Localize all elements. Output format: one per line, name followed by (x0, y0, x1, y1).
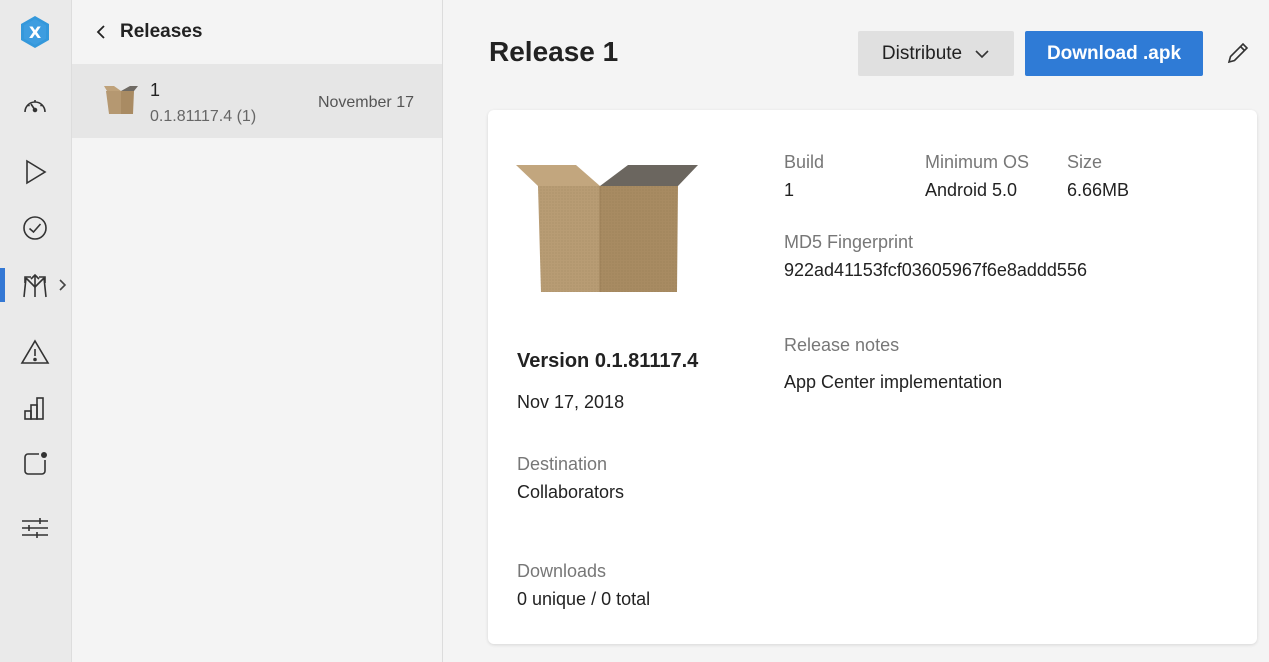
downloads-value: 0 unique / 0 total (517, 589, 651, 609)
release-notes-label: Release notes (784, 335, 900, 355)
edit-pencil-icon[interactable] (1224, 39, 1252, 67)
distribute-dropdown-button[interactable]: Distribute (858, 31, 1014, 76)
active-indicator (0, 268, 5, 302)
release-detail: Release 1 Distribute Download .apk Build… (443, 0, 1269, 662)
svg-text:X: X (29, 23, 42, 42)
chevron-right-icon[interactable] (57, 278, 67, 292)
destination-value: Collaborators (517, 482, 625, 502)
build-value: 1 (784, 180, 795, 200)
release-name: 1 (150, 80, 161, 100)
download-apk-button[interactable]: Download .apk (1025, 31, 1203, 76)
distribute-label: Distribute (881, 42, 963, 64)
release-version: 0.1.81117.4 (1) (150, 108, 257, 125)
distribute-arrows-icon[interactable] (17, 267, 53, 303)
version-date: Nov 17, 2018 (517, 392, 625, 412)
md5-value: 922ad41153fcf03605967f6e8addd556 (784, 260, 1087, 280)
analytics-bars-icon[interactable] (17, 390, 53, 426)
release-details-card: Build 1 Minimum OS Android 5.0 Size 6.66… (488, 110, 1257, 644)
package-box-icon (104, 86, 138, 116)
chevron-left-icon (96, 25, 105, 39)
package-box-image (516, 162, 700, 296)
back-to-releases-button[interactable]: Releases (96, 18, 202, 46)
downloads-label: Downloads (517, 561, 607, 581)
icon-rail: X (0, 0, 72, 662)
test-check-circle-icon[interactable] (17, 210, 53, 246)
releases-panel: Releases 1 0.1.81117.4 (1) November 17 (72, 0, 443, 662)
push-notification-icon[interactable] (17, 446, 53, 482)
chevron-down-icon (975, 49, 989, 58)
release-notes-value: App Center implementation (784, 372, 1003, 392)
size-value: 6.66MB (1067, 180, 1130, 200)
minimum-os-value: Android 5.0 (925, 180, 1018, 200)
diagnostics-warning-icon[interactable] (17, 334, 53, 370)
release-list-item[interactable]: 1 0.1.81117.4 (1) November 17 (72, 64, 442, 138)
size-label: Size (1067, 152, 1103, 172)
overview-gauge-icon[interactable] (17, 88, 53, 124)
build-label: Build (784, 152, 825, 172)
release-date: November 17 (317, 94, 414, 111)
md5-label: MD5 Fingerprint (784, 232, 914, 252)
settings-sliders-icon[interactable] (17, 510, 53, 546)
build-play-icon[interactable] (17, 154, 53, 190)
releases-heading: Releases (120, 21, 203, 42)
minimum-os-label: Minimum OS (925, 152, 1030, 172)
page-title: Release 1 (489, 36, 619, 67)
destination-label: Destination (517, 454, 608, 474)
version-title: Version 0.1.81117.4 (517, 350, 699, 372)
app-logo-icon[interactable]: X (17, 14, 53, 50)
